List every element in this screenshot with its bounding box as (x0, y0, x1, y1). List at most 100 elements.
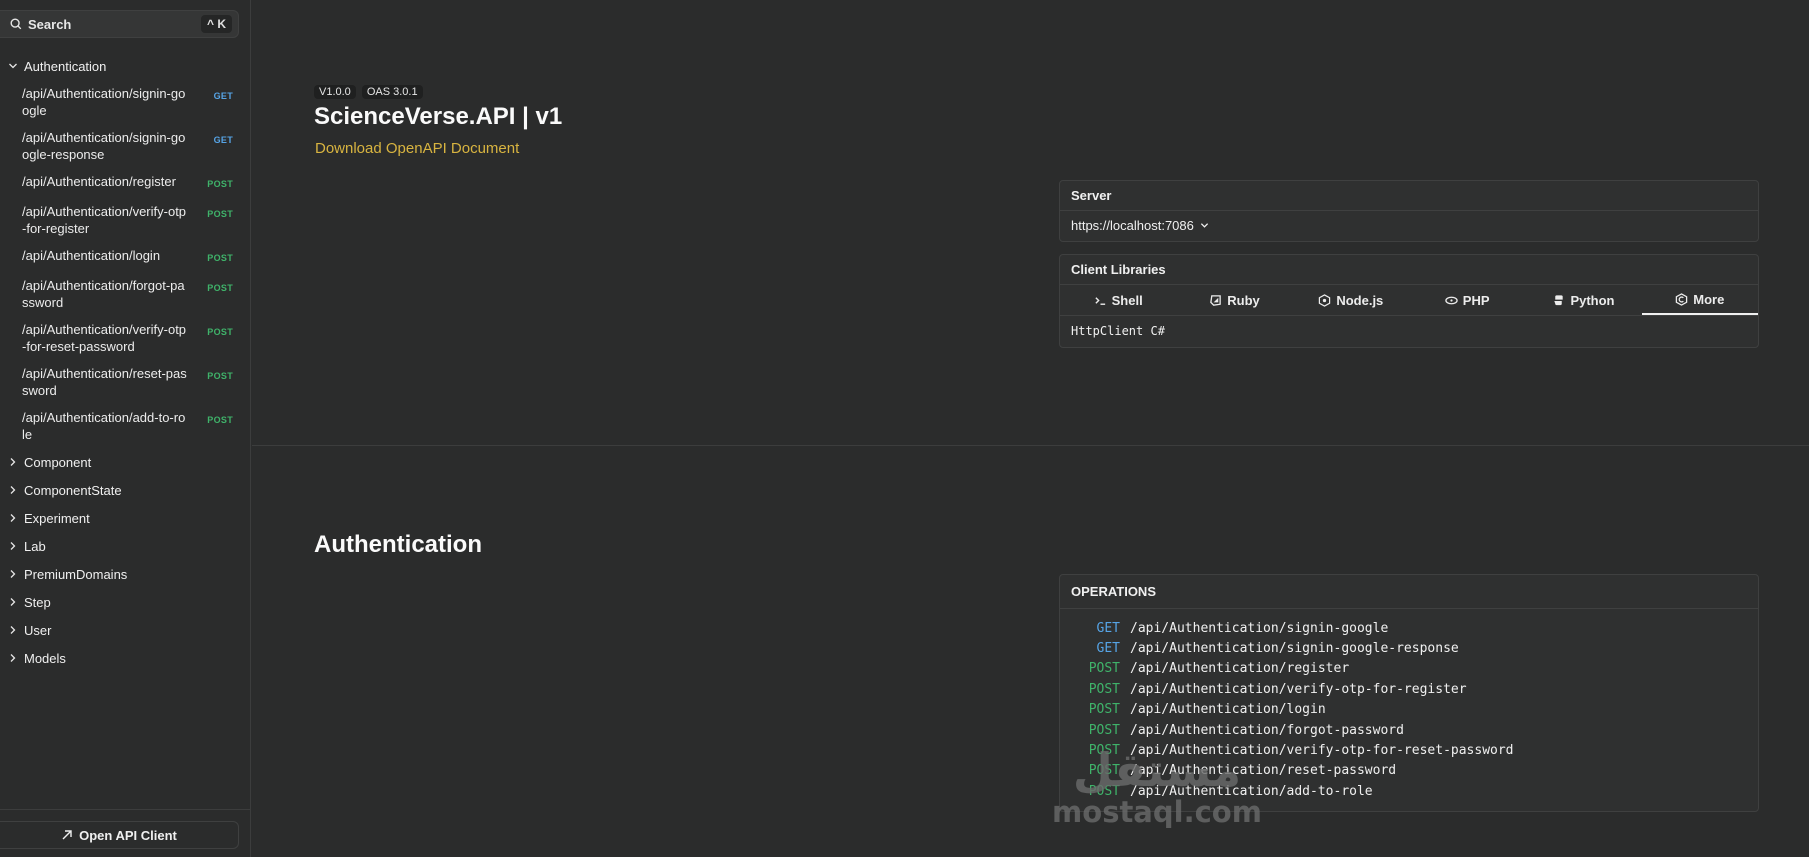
endpoint-path: /api/Authentication/verify-otp-for-reset… (22, 322, 187, 354)
tab-more[interactable]: More (1641, 285, 1758, 315)
sidebar-endpoint-item[interactable]: /api/Authentication/verify-otp-for-regis… (0, 198, 251, 242)
sidebar-endpoint-item[interactable]: /api/Authentication/verify-otp-for-reset… (0, 316, 251, 360)
search-shortcut: ^ K (200, 15, 232, 33)
chevron-right-icon (10, 626, 16, 634)
sidebar-group-lab[interactable]: Lab (0, 532, 251, 560)
sidebar-group-label: Models (24, 650, 66, 666)
search-button[interactable]: Search ^ K (0, 10, 239, 38)
tab-label: Node.js (1336, 292, 1384, 308)
sidebar-endpoint-item[interactable]: /api/Authentication/register POST (0, 168, 251, 198)
sidebar-endpoint-item[interactable]: /api/Authentication/forgot-password POST (0, 272, 251, 316)
oas-badge: OAS 3.0.1 (361, 85, 423, 99)
php-icon (1445, 296, 1458, 304)
watermark-arabic: مستقل (1072, 743, 1242, 797)
operation-row[interactable]: POST/api/Authentication/register (1060, 659, 1758, 679)
operation-method: POST (1088, 702, 1120, 718)
sidebar-group-label: User (24, 622, 52, 638)
operation-method: POST (1088, 681, 1120, 697)
operation-row[interactable]: POST/api/Authentication/verify-otp-for-r… (1060, 679, 1758, 699)
operation-path: /api/Authentication/forgot-password (1130, 722, 1404, 738)
endpoint-path: /api/Authentication/login (22, 248, 161, 263)
arrow-up-right-icon (62, 830, 72, 840)
group-list: Component ComponentState Experiment Lab Prem… (0, 448, 251, 672)
terminal-icon (1094, 296, 1105, 305)
chevron-down-icon (9, 63, 17, 69)
chevron-right-icon (10, 570, 16, 578)
operation-row[interactable]: GET/api/Authentication/signin-google-res… (1060, 638, 1758, 658)
section-divider (252, 445, 1809, 446)
sidebar-group-user[interactable]: User (0, 616, 251, 644)
operation-method: GET (1096, 641, 1120, 657)
endpoint-path: /api/Authentication/signin-google (22, 86, 186, 118)
client-libraries-card: Client Libraries Shell Ruby Node.js PHP … (1059, 254, 1759, 348)
tab-label: Ruby (1227, 292, 1260, 308)
sidebar-group-authentication[interactable]: Authentication (0, 52, 251, 80)
endpoint-path: /api/Authentication/forgot-password (22, 278, 185, 310)
sidebar-footer: Open API Client (0, 809, 251, 857)
tab-label: More (1693, 291, 1725, 307)
server-url: https://localhost:7086 (1071, 218, 1194, 233)
sidebar-group-component[interactable]: Component (0, 448, 251, 476)
sidebar-endpoint-item[interactable]: /api/Authentication/signin-google-respon… (0, 124, 251, 168)
server-select[interactable]: https://localhost:7086 (1060, 211, 1758, 240)
sidebar-endpoint-item[interactable]: /api/Authentication/signin-google GET (0, 80, 251, 124)
nodejs-icon (1319, 293, 1331, 307)
tab-nodejs[interactable]: Node.js (1293, 285, 1409, 315)
operation-row[interactable]: GET/api/Authentication/signin-google (1060, 618, 1758, 638)
sidebar-group-step[interactable]: Step (0, 588, 251, 616)
chevron-down-icon (1200, 223, 1208, 228)
sidebar-group-experiment[interactable]: Experiment (0, 504, 251, 532)
sidebar-group-label: Component (24, 454, 92, 470)
csharp-icon (1676, 292, 1688, 306)
sidebar: Search ^ K Authentication /api/Authentic… (0, 0, 251, 857)
sidebar-group-premiumdomains[interactable]: PremiumDomains (0, 560, 251, 588)
client-library-select[interactable]: HttpClient C# (1060, 316, 1758, 346)
version-badge: V1.0.0 (314, 85, 356, 99)
operation-path: /api/Authentication/register (1130, 661, 1350, 677)
method-badge: GET (213, 135, 233, 145)
sidebar-group-componentstate[interactable]: ComponentState (0, 476, 251, 504)
tab-python[interactable]: Python (1525, 285, 1641, 315)
operation-path: /api/Authentication/login (1130, 702, 1326, 718)
search-icon (10, 18, 22, 30)
tab-shell[interactable]: Shell (1060, 285, 1176, 315)
client-library-tabs: Shell Ruby Node.js PHP Python More (1060, 285, 1758, 316)
chevron-right-icon (10, 542, 16, 550)
version-chips: V1.0.0 OAS 3.0.1 (314, 85, 423, 99)
sidebar-group-label: Lab (24, 538, 46, 554)
client-libraries-heading: Client Libraries (1060, 255, 1758, 285)
download-openapi-link[interactable]: Download OpenAPI Document (315, 140, 519, 157)
method-badge: POST (207, 179, 233, 189)
endpoint-path: /api/Authentication/verify-otp-for-regis… (22, 204, 187, 236)
server-heading: Server (1060, 181, 1758, 211)
sidebar-group-label: Authentication (24, 58, 107, 74)
sidebar-group-models[interactable]: Models (0, 644, 251, 672)
sidebar-endpoint-item[interactable]: /api/Authentication/reset-password POST (0, 360, 251, 404)
endpoint-path: /api/Authentication/add-to-role (22, 410, 186, 442)
watermark: مستقل mostaql.com (1047, 745, 1267, 829)
watermark-latin: mostaql.com (1052, 795, 1262, 829)
method-badge: POST (207, 253, 233, 263)
search-label: Search (28, 16, 72, 32)
operation-row[interactable]: POST/api/Authentication/login (1060, 700, 1758, 720)
open-api-client-label: Open API Client (79, 827, 177, 843)
tab-ruby[interactable]: Ruby (1176, 285, 1292, 315)
open-api-client-button[interactable]: Open API Client (0, 821, 239, 849)
chevron-right-icon (10, 458, 16, 466)
tab-php[interactable]: PHP (1409, 285, 1525, 315)
sidebar-group-label: PremiumDomains (24, 566, 128, 582)
endpoint-path: /api/Authentication/signin-google-respon… (22, 130, 186, 162)
server-card: Server https://localhost:7086 (1059, 180, 1759, 242)
sidebar-endpoint-item[interactable]: /api/Authentication/add-to-role POST (0, 404, 251, 448)
method-badge: POST (207, 283, 233, 293)
operations-heading: OPERATIONS (1060, 575, 1758, 609)
operation-method: GET (1096, 620, 1120, 636)
main-content: V1.0.0 OAS 3.0.1 ScienceVerse.API | v1 D… (252, 0, 1809, 857)
ruby-icon (1210, 294, 1222, 306)
tab-label: Shell (1111, 292, 1143, 308)
method-badge: POST (207, 371, 233, 381)
method-badge: POST (207, 209, 233, 219)
sidebar-group-label: Step (24, 594, 51, 610)
sidebar-endpoint-item[interactable]: /api/Authentication/login POST (0, 242, 251, 272)
operation-row[interactable]: POST/api/Authentication/forgot-password (1060, 720, 1758, 740)
